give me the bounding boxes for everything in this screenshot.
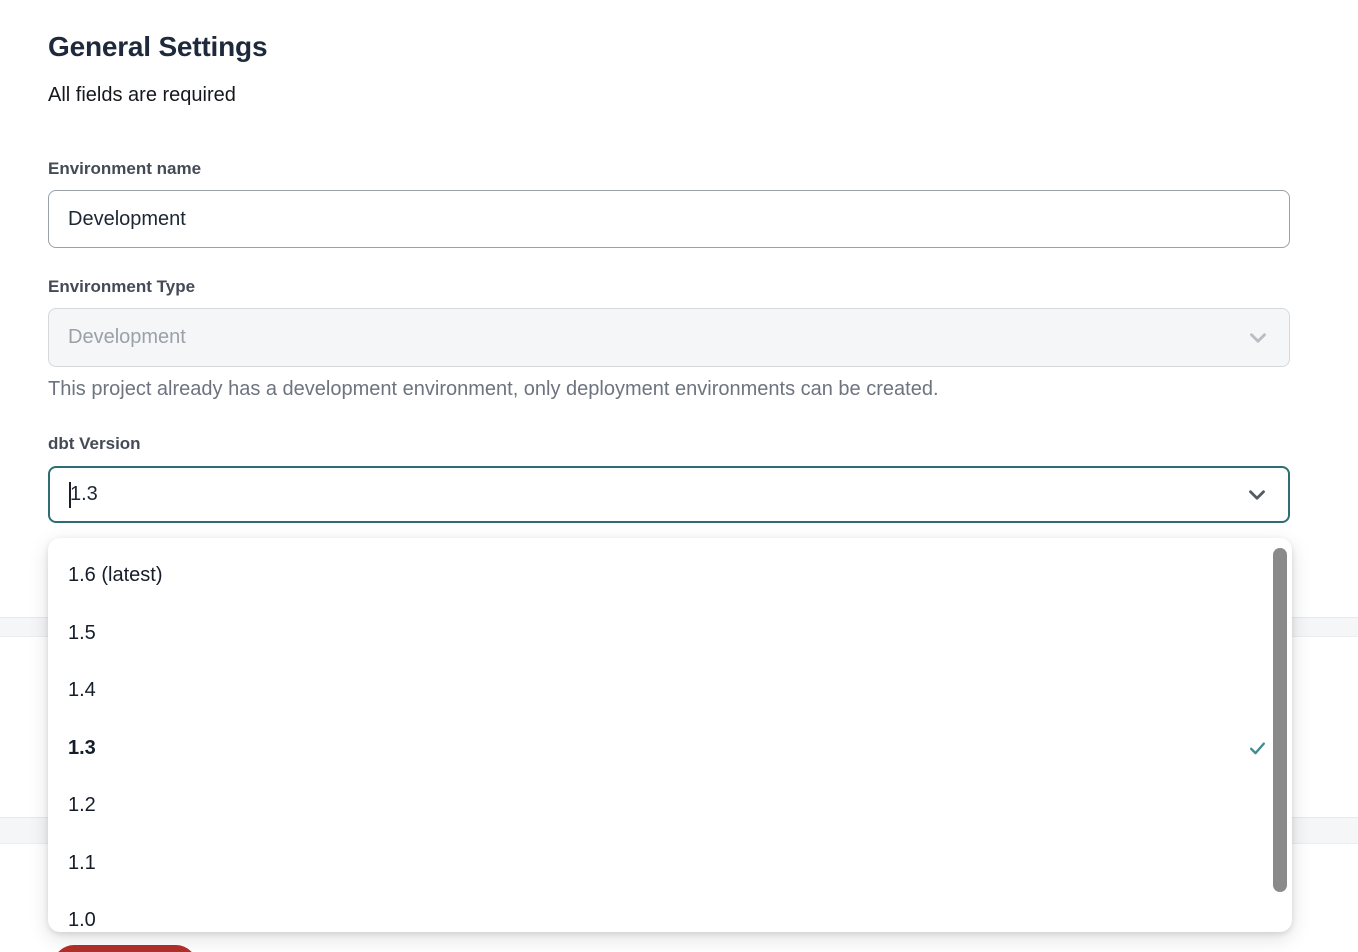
dropdown-option[interactable]: 1.4	[48, 662, 1292, 720]
dropdown-scrollbar-thumb[interactable]	[1273, 548, 1287, 892]
dropdown-option[interactable]: 1.1	[48, 835, 1292, 893]
settings-page: General Settings All fields are required…	[0, 0, 1358, 952]
dropdown-list: 1.6 (latest) 1.5 1.4 1.3 1.2 1.1 1.0	[48, 547, 1292, 932]
dropdown-option[interactable]: 1.6 (latest)	[48, 547, 1292, 605]
dropdown-option-label: 1.3	[68, 737, 96, 760]
dropdown-option-label: 1.2	[68, 794, 96, 817]
dbt-version-label: dbt Version	[48, 434, 141, 454]
dropdown-option[interactable]: 1.3	[48, 720, 1292, 778]
dropdown-option[interactable]: 1.5	[48, 605, 1292, 663]
chevron-down-icon	[1245, 325, 1271, 351]
dropdown-option[interactable]: 1.0	[48, 892, 1292, 932]
environment-type-label: Environment Type	[48, 277, 195, 297]
environment-type-helper-text: This project already has a development e…	[48, 378, 939, 401]
dbt-version-value: 1.3	[70, 483, 98, 506]
dropdown-option[interactable]: 1.2	[48, 777, 1292, 835]
delete-button[interactable]	[53, 945, 197, 952]
dropdown-option-label: 1.4	[68, 679, 96, 702]
dbt-version-combobox[interactable]: 1.3	[48, 466, 1290, 523]
dropdown-option-label: 1.5	[68, 622, 96, 645]
dropdown-option-label: 1.6 (latest)	[68, 564, 162, 587]
chevron-down-icon[interactable]	[1244, 482, 1270, 508]
check-icon	[1248, 739, 1267, 758]
dbt-version-dropdown: 1.6 (latest) 1.5 1.4 1.3 1.2 1.1 1.0	[48, 538, 1292, 932]
environment-type-value: Development	[68, 326, 186, 349]
page-subtitle: All fields are required	[48, 84, 236, 107]
page-title: General Settings	[48, 31, 267, 63]
environment-name-input[interactable]	[48, 190, 1290, 248]
environment-name-label: Environment name	[48, 159, 201, 179]
dropdown-option-label: 1.0	[68, 909, 96, 932]
environment-type-select: Development	[48, 308, 1290, 367]
dropdown-option-label: 1.1	[68, 852, 96, 875]
